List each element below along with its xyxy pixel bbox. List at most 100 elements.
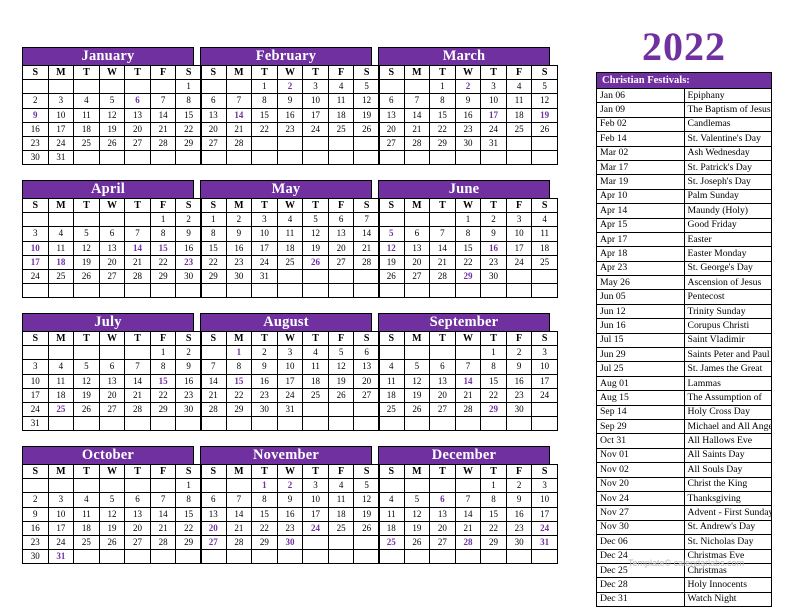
festival-row[interactable]: Nov 20 Christ the King xyxy=(596,476,772,492)
day-cell[interactable]: 17 xyxy=(531,373,558,389)
day-cell[interactable]: 30 xyxy=(225,268,253,285)
day-cell[interactable]: 5 xyxy=(353,79,380,95)
day-cell[interactable]: 28 xyxy=(200,401,227,418)
festival-row[interactable]: Apr 10 Palm Sunday xyxy=(596,188,772,205)
day-cell[interactable]: 23 xyxy=(505,387,533,403)
day-cell[interactable]: 23 xyxy=(225,254,253,270)
day-cell-festival[interactable]: 2 xyxy=(276,79,304,95)
day-cell[interactable]: 19 xyxy=(98,121,126,137)
day-cell[interactable]: 14 xyxy=(149,506,177,522)
day-cell[interactable]: 28 xyxy=(225,135,253,152)
day-cell[interactable]: 16 xyxy=(276,107,304,123)
day-cell[interactable]: 23 xyxy=(276,121,304,137)
day-cell-festival[interactable]: 1 xyxy=(225,345,253,361)
day-cell[interactable]: 19 xyxy=(353,506,380,522)
day-cell-festival[interactable]: 2 xyxy=(276,478,304,494)
day-cell[interactable]: 26 xyxy=(403,534,431,551)
day-cell[interactable]: 27 xyxy=(403,268,431,285)
day-cell[interactable]: 20 xyxy=(200,121,227,137)
day-cell[interactable]: 17 xyxy=(302,506,329,522)
day-cell[interactable]: 8 xyxy=(429,93,456,109)
day-cell[interactable]: 22 xyxy=(175,520,202,536)
day-cell[interactable]: 28 xyxy=(225,534,253,551)
day-cell[interactable]: 26 xyxy=(378,268,405,285)
festival-row[interactable]: Feb 14 St. Valentine's Day xyxy=(596,131,772,147)
day-cell[interactable]: 27 xyxy=(124,135,151,152)
day-cell[interactable]: 25 xyxy=(327,121,355,137)
day-cell[interactable]: 28 xyxy=(454,401,482,418)
day-cell[interactable]: 21 xyxy=(149,121,177,137)
day-cell[interactable]: 30 xyxy=(251,401,278,418)
day-cell[interactable]: 7 xyxy=(429,226,456,242)
day-cell[interactable]: 22 xyxy=(149,387,177,403)
day-cell[interactable]: 25 xyxy=(302,387,329,403)
day-cell[interactable]: 2 xyxy=(225,212,253,228)
day-cell[interactable]: 2 xyxy=(22,93,49,109)
day-cell-festival[interactable]: 20 xyxy=(200,520,227,536)
day-cell-festival[interactable]: 15 xyxy=(149,373,177,389)
day-cell[interactable]: 10 xyxy=(302,492,329,508)
day-cell[interactable]: 20 xyxy=(429,520,456,536)
day-cell[interactable]: 7 xyxy=(225,492,253,508)
day-cell-festival[interactable]: 17 xyxy=(22,254,49,270)
day-cell[interactable]: 17 xyxy=(47,121,75,137)
day-cell[interactable]: 22 xyxy=(480,387,507,403)
day-cell[interactable]: 13 xyxy=(429,373,456,389)
day-cell[interactable]: 25 xyxy=(505,121,533,137)
day-cell[interactable]: 3 xyxy=(302,478,329,494)
day-cell[interactable]: 16 xyxy=(505,373,533,389)
day-cell[interactable]: 10 xyxy=(47,506,75,522)
day-cell[interactable]: 23 xyxy=(480,254,507,270)
day-cell[interactable]: 18 xyxy=(47,387,75,403)
day-cell-festival[interactable]: 30 xyxy=(276,534,304,551)
day-cell[interactable]: 13 xyxy=(98,240,126,256)
festival-row[interactable]: Mar 17 St. Patrick's Day xyxy=(596,159,772,176)
day-cell[interactable]: 30 xyxy=(22,150,49,166)
day-cell[interactable]: 18 xyxy=(531,240,558,256)
day-cell[interactable]: 12 xyxy=(98,506,126,522)
day-cell[interactable]: 2 xyxy=(251,345,278,361)
festival-row[interactable]: Aug 15 The Assumption of xyxy=(596,390,772,406)
day-cell[interactable]: 8 xyxy=(149,226,177,242)
day-cell[interactable]: 11 xyxy=(302,359,329,375)
day-cell[interactable]: 23 xyxy=(505,520,533,536)
day-cell[interactable]: 22 xyxy=(200,254,227,270)
day-cell[interactable]: 14 xyxy=(353,226,380,242)
day-cell[interactable]: 25 xyxy=(378,401,405,418)
day-cell[interactable]: 24 xyxy=(480,121,507,137)
day-cell[interactable]: 16 xyxy=(454,107,482,123)
day-cell-festival[interactable]: 23 xyxy=(175,254,202,270)
day-cell[interactable]: 23 xyxy=(276,520,304,536)
day-cell[interactable]: 13 xyxy=(327,226,355,242)
festival-row[interactable]: Nov 01 All Saints Day xyxy=(596,447,772,464)
day-cell[interactable]: 25 xyxy=(47,268,75,285)
day-cell[interactable]: 30 xyxy=(454,135,482,152)
day-cell[interactable]: 2 xyxy=(22,492,49,508)
day-cell[interactable]: 1 xyxy=(175,79,202,95)
day-cell[interactable]: 7 xyxy=(149,492,177,508)
day-cell[interactable]: 1 xyxy=(149,345,177,361)
day-cell[interactable]: 31 xyxy=(480,135,507,152)
day-cell[interactable]: 14 xyxy=(200,373,227,389)
day-cell[interactable]: 6 xyxy=(200,93,227,109)
day-cell[interactable]: 12 xyxy=(302,226,329,242)
day-cell-festival[interactable]: 1 xyxy=(251,478,278,494)
day-cell-festival[interactable]: 28 xyxy=(454,534,482,551)
day-cell[interactable]: 12 xyxy=(403,506,431,522)
day-cell[interactable]: 3 xyxy=(276,345,304,361)
day-cell-festival[interactable]: 14 xyxy=(454,373,482,389)
festival-row[interactable]: Jul 15 Saint Vladimir xyxy=(596,332,772,349)
day-cell[interactable]: 30 xyxy=(480,268,507,285)
day-cell[interactable]: 3 xyxy=(22,226,49,242)
day-cell[interactable]: 12 xyxy=(73,240,100,256)
day-cell[interactable]: 17 xyxy=(251,240,278,256)
day-cell[interactable]: 30 xyxy=(175,401,202,418)
day-cell[interactable]: 29 xyxy=(251,534,278,551)
day-cell-festival[interactable]: 31 xyxy=(47,549,75,565)
day-cell[interactable]: 28 xyxy=(429,268,456,285)
day-cell[interactable]: 11 xyxy=(276,226,304,242)
festival-row[interactable]: Jul 25 St. James the Great xyxy=(596,361,772,377)
day-cell[interactable]: 2 xyxy=(505,478,533,494)
day-cell[interactable]: 13 xyxy=(403,240,431,256)
day-cell[interactable]: 14 xyxy=(403,107,431,123)
